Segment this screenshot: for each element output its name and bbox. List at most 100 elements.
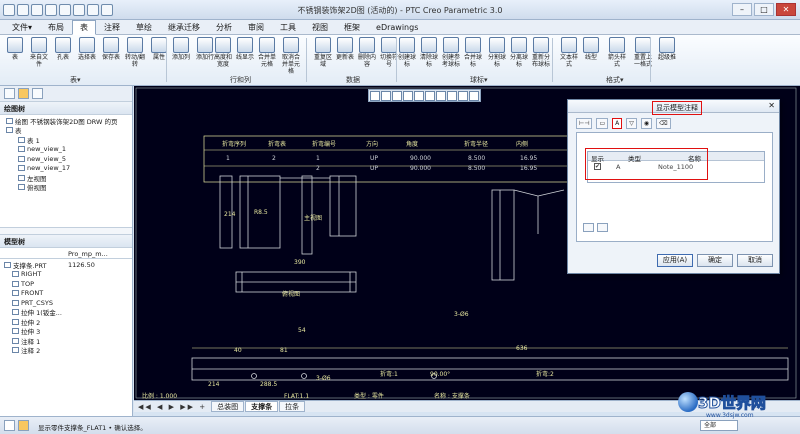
column-header[interactable]: Pro_mp_m...: [68, 250, 108, 258]
ribbon-button-22[interactable]: 分离球标: [508, 37, 530, 68]
annotation-tab-5[interactable]: ⌫: [656, 118, 671, 129]
ribbon-button-14[interactable]: 更新表: [334, 37, 356, 61]
folder-tab-icon[interactable]: [18, 88, 29, 99]
model-tree-label: 拉伸 1(钣金...: [21, 309, 62, 317]
datum-icon[interactable]: [425, 91, 435, 101]
display-style-icon[interactable]: [414, 91, 424, 101]
model-tree-item[interactable]: 拉伸 3: [0, 327, 132, 336]
minimize-button[interactable]: –: [732, 3, 752, 16]
dialog-close-icon[interactable]: ✕: [768, 101, 775, 110]
ribbon-button-13[interactable]: 重复区域: [312, 37, 334, 68]
ribbon-button-7[interactable]: 添加列: [170, 37, 192, 61]
named-view-icon[interactable]: [458, 91, 468, 101]
model-tree-header[interactable]: 模型树: [0, 235, 132, 248]
ribbon-tab-8[interactable]: 工具: [272, 20, 304, 35]
annotation-tab-4[interactable]: ◉: [640, 118, 653, 129]
repaint-icon[interactable]: [403, 91, 413, 101]
maximize-button[interactable]: □: [754, 3, 774, 16]
ribbon-button-17[interactable]: 创建球标: [396, 37, 418, 68]
ribbon-button-19[interactable]: 创建参考球标: [440, 37, 462, 68]
drawing-tree-item[interactable]: 绘图 不锈钢装饰架2D图 DRW 的页: [0, 116, 132, 126]
ribbon-button-0[interactable]: 表: [4, 37, 26, 61]
ribbon-button-21[interactable]: 分割球标: [486, 37, 508, 68]
ribbon-button-23[interactable]: 重新分布球标: [530, 37, 552, 68]
model-tree-item[interactable]: FRONT: [0, 289, 132, 299]
annotation-tab-3[interactable]: ▽: [626, 118, 637, 129]
select-all-icon[interactable]: [583, 223, 594, 232]
tree-node-icon: [18, 146, 25, 153]
ribbon-button-2[interactable]: 孔表: [52, 37, 74, 61]
drawing-tree-header[interactable]: 绘图树: [0, 102, 132, 115]
tree-scrollbar[interactable]: [0, 227, 132, 235]
ribbon-tab-6[interactable]: 分析: [208, 20, 240, 35]
ribbon-tab-5[interactable]: 继承迁移: [160, 20, 208, 35]
drawing-tree-item[interactable]: 表 1: [0, 135, 132, 145]
ribbon-tab-3[interactable]: 注释: [96, 20, 128, 35]
drawing-tree-tab-icon[interactable]: [4, 88, 15, 99]
ribbon-button-9[interactable]: 高度和宽度: [212, 37, 234, 68]
annotation-tab-2[interactable]: A: [612, 118, 623, 129]
ribbon-button-18[interactable]: 清除球标: [418, 37, 440, 68]
panel-toggle-icon[interactable]: [4, 420, 15, 431]
ribbon-button-4[interactable]: 保存表: [100, 37, 122, 61]
deselect-all-icon[interactable]: [597, 223, 608, 232]
cancel-button[interactable]: 取消: [737, 254, 773, 267]
ribbon-button-24[interactable]: 文本样式: [558, 37, 580, 68]
ribbon-group-label[interactable]: 格式▾: [606, 75, 624, 85]
favorites-tab-icon[interactable]: [32, 88, 43, 99]
ribbon-tab-1[interactable]: 布局: [40, 20, 72, 35]
annotation-icon[interactable]: [436, 91, 446, 101]
sheet-tab[interactable]: 支撑条: [245, 401, 279, 412]
drawing-tree-item[interactable]: new_view_5: [0, 154, 132, 164]
ribbon-tab-7[interactable]: 审阅: [240, 20, 272, 35]
drawing-tree-item[interactable]: new_view_17: [0, 164, 132, 174]
ribbon-group-label[interactable]: 表▾: [70, 75, 81, 85]
zoom-out-icon[interactable]: [392, 91, 402, 101]
model-tree-item[interactable]: 支撑条.PRT 1126.50: [0, 260, 132, 270]
ribbon-tab-4[interactable]: 草绘: [128, 20, 160, 35]
model-tree-item[interactable]: TOP: [0, 279, 132, 289]
ok-button[interactable]: 确定: [697, 254, 733, 267]
ribbon-tab-10[interactable]: 框架: [336, 20, 368, 35]
ribbon-group-label[interactable]: 数据: [346, 75, 360, 85]
ribbon-tab-2[interactable]: 表: [72, 19, 97, 35]
ribbon-button-12[interactable]: 取消合并单元格: [280, 37, 302, 75]
drawing-tree-item[interactable]: 表: [0, 126, 132, 135]
drawing-tree-item[interactable]: new_view_1: [0, 145, 132, 155]
model-tree-item[interactable]: 拉伸 2: [0, 317, 132, 327]
ribbon-button-10[interactable]: 线显示: [234, 37, 256, 61]
ribbon-group-label[interactable]: 球标▾: [470, 75, 488, 85]
annotation-tab-0[interactable]: ⊢⊣: [576, 118, 593, 129]
ribbon-button-3[interactable]: 选择表: [76, 37, 98, 61]
close-button[interactable]: ✕: [776, 3, 796, 16]
drawing-tree-item[interactable]: 俯视图: [0, 183, 132, 192]
ribbon-tab-11[interactable]: eDrawings: [368, 21, 426, 34]
ribbon-button-15[interactable]: 删除内容: [356, 37, 378, 68]
spin-icon[interactable]: [447, 91, 457, 101]
sheet-nav-icon[interactable]: ◀◀ ◀ ▶ ▶▶ +: [134, 403, 211, 411]
ribbon-button-11[interactable]: 合并单元格: [256, 37, 278, 68]
ribbon-button-1[interactable]: 来自文件: [28, 37, 50, 68]
ribbon-button-20[interactable]: 合并球标: [462, 37, 484, 68]
zoom-fit-icon[interactable]: [370, 91, 380, 101]
ribbon-button-28[interactable]: 超级推: [656, 37, 678, 61]
model-tree-item[interactable]: PRT_CSYS: [0, 298, 132, 308]
ribbon-button-26[interactable]: 箭头样式: [606, 37, 628, 68]
ribbon-tab-9[interactable]: 视图: [304, 20, 336, 35]
layers-icon[interactable]: [469, 91, 479, 101]
sheet-tab[interactable]: 拉条: [279, 401, 306, 412]
ribbon-separator: [166, 38, 167, 82]
ribbon-button-5[interactable]: 转动/翻转: [124, 37, 146, 68]
apply-button[interactable]: 应用(A): [657, 254, 693, 267]
zoom-in-icon[interactable]: [381, 91, 391, 101]
ribbon-tab-0[interactable]: 文件▾: [4, 20, 40, 35]
ribbon-group-label[interactable]: 行和列: [230, 75, 251, 85]
ribbon-button-25[interactable]: 线型: [580, 37, 602, 61]
annotation-tab-1[interactable]: ▭: [596, 118, 609, 129]
model-tree-item[interactable]: 注释 1: [0, 336, 132, 346]
model-tree-item[interactable]: RIGHT: [0, 270, 132, 280]
model-tree-item[interactable]: 注释 2: [0, 346, 132, 355]
sheet-tab[interactable]: 总装图: [211, 401, 245, 412]
drawing-tree-item[interactable]: 左视图: [0, 173, 132, 183]
model-tree-item[interactable]: 拉伸 1(钣金...: [0, 308, 132, 317]
